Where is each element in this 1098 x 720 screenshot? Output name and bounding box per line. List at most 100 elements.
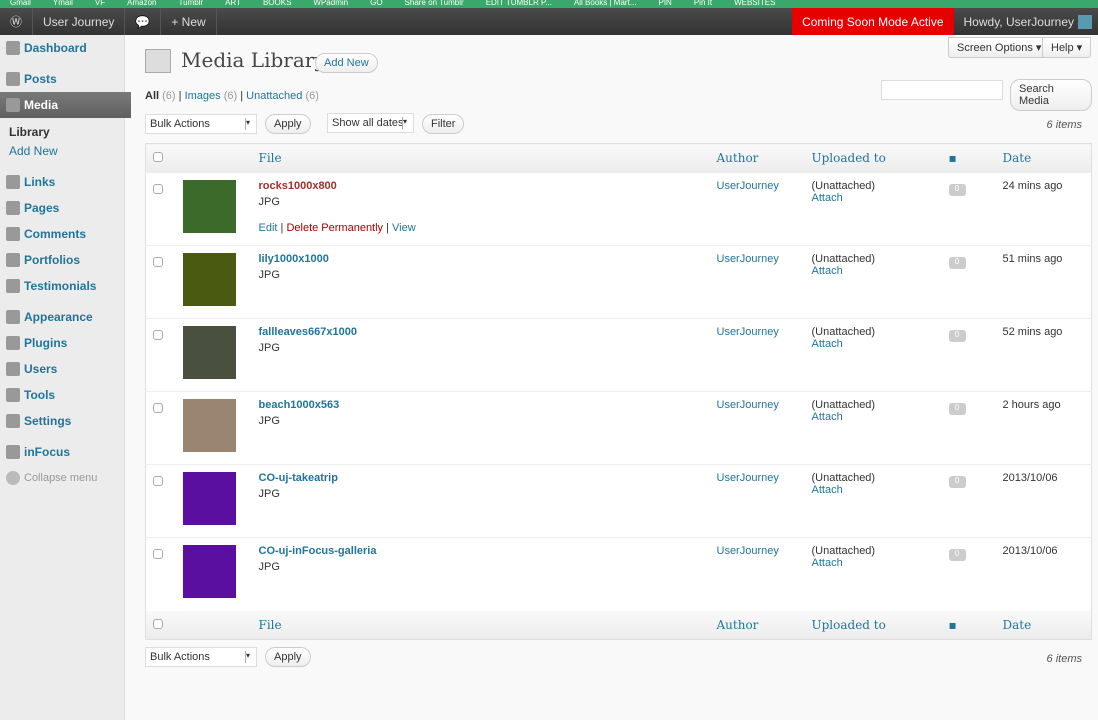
- comment-count-bubble[interactable]: 0: [948, 257, 966, 269]
- select-all-checkbox[interactable]: [153, 152, 163, 162]
- row-checkbox[interactable]: [153, 184, 163, 194]
- bookmark[interactable]: All Books | Mart...: [574, 0, 637, 8]
- comment-count-bubble[interactable]: 0: [948, 403, 966, 415]
- file-title-link[interactable]: beach1000x563: [259, 399, 340, 411]
- edit-link[interactable]: Edit: [259, 222, 278, 234]
- author-link[interactable]: UserJourney: [717, 253, 779, 265]
- bookmark[interactable]: Share on Tumblr: [405, 0, 464, 8]
- author-link[interactable]: UserJourney: [717, 326, 779, 338]
- column-date-bottom[interactable]: Date: [1002, 610, 1092, 640]
- media-thumbnail[interactable]: [182, 180, 236, 233]
- sidebar-item-portfolios[interactable]: Portfolios: [0, 247, 124, 273]
- attach-link[interactable]: Attach: [812, 192, 843, 204]
- column-uploaded-bottom[interactable]: Uploaded to: [811, 610, 949, 640]
- sidebar-item-pages[interactable]: Pages: [0, 195, 124, 221]
- attach-link[interactable]: Attach: [812, 338, 843, 350]
- sidebar-item-comments[interactable]: Comments: [0, 221, 124, 247]
- filter-button[interactable]: Filter: [422, 114, 465, 134]
- apply-button[interactable]: Apply: [265, 114, 311, 134]
- column-file[interactable]: File: [258, 143, 717, 173]
- user-menu[interactable]: Howdy, UserJourney: [954, 8, 1098, 35]
- filter-images[interactable]: Images: [185, 90, 221, 102]
- row-checkbox[interactable]: [153, 330, 163, 340]
- author-link[interactable]: UserJourney: [717, 180, 779, 192]
- apply-button-bottom[interactable]: Apply: [265, 647, 311, 667]
- comments-column-icon-bottom[interactable]: ▪: [948, 610, 1003, 640]
- filter-unattached[interactable]: Unattached: [246, 90, 302, 102]
- file-title-link[interactable]: fallleaves667x1000: [259, 326, 357, 338]
- sidebar-item-media[interactable]: Media: [0, 92, 131, 118]
- row-checkbox[interactable]: [153, 403, 163, 413]
- bookmark[interactable]: WEBSITES: [734, 0, 775, 8]
- collapse-menu-button[interactable]: Collapse menu: [0, 465, 124, 491]
- screen-options-button[interactable]: Screen Options ▾: [948, 37, 1051, 58]
- attach-link[interactable]: Attach: [812, 557, 843, 569]
- comments-icon[interactable]: 💬: [125, 8, 162, 35]
- media-thumbnail[interactable]: [182, 472, 236, 525]
- bulk-actions-select[interactable]: Bulk Actions ▾: [145, 114, 257, 134]
- comment-count-bubble[interactable]: 0: [948, 330, 966, 342]
- file-title-link[interactable]: CO-uj-inFocus-galleria: [259, 545, 377, 557]
- author-link[interactable]: UserJourney: [717, 399, 779, 411]
- bookmark[interactable]: EDIT TUMBLR P...: [486, 0, 552, 8]
- media-thumbnail[interactable]: [182, 399, 236, 452]
- sidebar-item-infocus[interactable]: inFocus: [0, 439, 124, 465]
- column-author-bottom[interactable]: Author: [716, 610, 812, 640]
- file-title-link[interactable]: CO-uj-takeatrip: [259, 472, 338, 484]
- media-thumbnail[interactable]: [182, 545, 236, 598]
- bookmark[interactable]: Gmail: [10, 0, 31, 8]
- attach-link[interactable]: Attach: [812, 484, 843, 496]
- row-checkbox[interactable]: [153, 257, 163, 267]
- sidebar-item-settings[interactable]: Settings: [0, 408, 124, 434]
- bookmark[interactable]: Pin It: [694, 0, 712, 8]
- row-checkbox[interactable]: [153, 549, 163, 559]
- sidebar-item-appearance[interactable]: Appearance: [0, 304, 124, 330]
- site-name-link[interactable]: User Journey: [33, 8, 126, 35]
- bookmark[interactable]: PIN: [658, 0, 671, 8]
- submenu-add-new[interactable]: Add New: [0, 141, 124, 160]
- bookmark[interactable]: Amazon: [127, 0, 156, 8]
- attach-link[interactable]: Attach: [812, 411, 843, 423]
- delete-link[interactable]: Delete Permanently: [286, 222, 383, 234]
- select-all-checkbox-bottom[interactable]: [153, 618, 163, 629]
- comment-count-bubble[interactable]: 0: [948, 549, 966, 561]
- row-checkbox[interactable]: [153, 476, 163, 486]
- attach-link[interactable]: Attach: [812, 265, 843, 277]
- bookmark[interactable]: WPadmin: [313, 0, 348, 8]
- media-thumbnail[interactable]: [182, 326, 236, 379]
- bookmark[interactable]: Tumblr: [179, 0, 204, 8]
- sidebar-item-dashboard[interactable]: Dashboard: [0, 35, 124, 61]
- comment-count-bubble[interactable]: 0: [948, 476, 966, 488]
- comment-count-bubble[interactable]: 0: [948, 184, 966, 196]
- media-thumbnail[interactable]: [182, 253, 236, 306]
- wordpress-logo-icon[interactable]: Ⓦ: [0, 8, 34, 35]
- bookmark[interactable]: VF: [95, 0, 105, 8]
- sidebar-item-testimonials[interactable]: Testimonials: [0, 273, 124, 299]
- search-input[interactable]: [881, 80, 1003, 100]
- comments-column-icon[interactable]: ▪: [948, 143, 1003, 173]
- file-title-link[interactable]: rocks1000x800: [259, 180, 337, 192]
- new-content-button[interactable]: + New: [161, 8, 217, 35]
- column-file-bottom[interactable]: File: [258, 610, 717, 640]
- author-link[interactable]: UserJourney: [717, 472, 779, 484]
- coming-soon-badge[interactable]: Coming Soon Mode Active: [792, 8, 954, 35]
- bookmark[interactable]: BOOKS: [263, 0, 291, 8]
- sidebar-item-users[interactable]: Users: [0, 356, 124, 382]
- bookmark[interactable]: Ymail: [53, 0, 73, 8]
- search-media-button[interactable]: Search Media: [1010, 79, 1092, 111]
- sidebar-item-tools[interactable]: Tools: [0, 382, 124, 408]
- column-author[interactable]: Author: [716, 143, 812, 173]
- submenu-library[interactable]: Library: [0, 122, 124, 141]
- view-link[interactable]: View: [392, 222, 416, 234]
- column-uploaded[interactable]: Uploaded to: [811, 143, 949, 173]
- bookmark[interactable]: ART: [225, 0, 241, 8]
- add-new-button[interactable]: Add New: [315, 53, 378, 73]
- filter-all[interactable]: All: [145, 90, 159, 102]
- bulk-actions-select-bottom[interactable]: Bulk Actions ▾: [145, 647, 257, 667]
- sidebar-item-links[interactable]: Links: [0, 169, 124, 195]
- author-link[interactable]: UserJourney: [717, 545, 779, 557]
- dates-select[interactable]: Show all dates ▾: [327, 113, 414, 133]
- column-date[interactable]: Date: [1002, 143, 1092, 173]
- bookmark[interactable]: GO: [370, 0, 382, 8]
- file-title-link[interactable]: lily1000x1000: [259, 253, 329, 265]
